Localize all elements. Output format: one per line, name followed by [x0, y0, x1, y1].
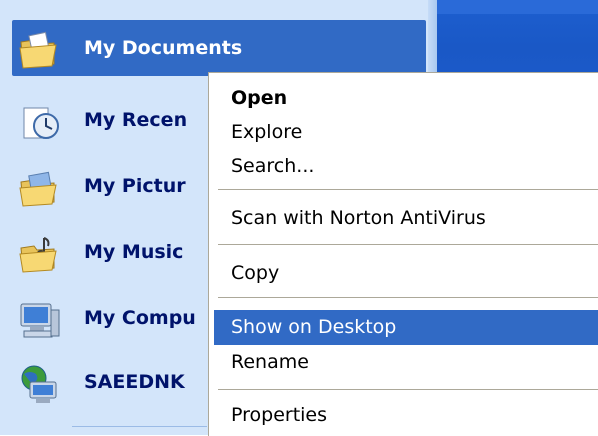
start-item-label: My Documents	[84, 37, 243, 59]
menu-item-explore[interactable]: Explore	[231, 121, 302, 143]
start-item-label: SAEEDNK	[84, 371, 185, 393]
menu-item-scan-norton[interactable]: Scan with Norton AntiVirus	[231, 207, 486, 229]
start-item-label: My Music	[84, 241, 184, 263]
menu-item-properties[interactable]: Properties	[231, 404, 327, 426]
menu-separator	[218, 244, 598, 245]
folder-music-icon	[19, 237, 57, 273]
menu-separator	[218, 389, 598, 390]
start-item-label: My Recen	[84, 109, 188, 131]
menu-item-label: Show on Desktop	[231, 316, 397, 338]
menu-item-rename[interactable]: Rename	[231, 351, 309, 373]
start-menu-blue-band-top	[437, 0, 598, 14]
menu-item-open[interactable]: Open	[231, 87, 287, 109]
menu-separator	[218, 297, 598, 298]
recent-documents-icon	[23, 107, 59, 139]
menu-item-search[interactable]: Search...	[231, 155, 314, 177]
pane-separator	[72, 426, 207, 427]
computer-icon	[20, 303, 60, 338]
folder-pictures-icon	[19, 171, 57, 207]
start-item-label: My Pictur	[84, 175, 186, 197]
start-item-label: My Compu	[84, 307, 196, 329]
context-menu: Open Explore Search... Scan with Norton …	[208, 72, 598, 436]
menu-item-copy[interactable]: Copy	[231, 262, 279, 284]
menu-item-show-on-desktop[interactable]: Show on Desktop	[214, 310, 598, 345]
network-computer-icon	[21, 365, 57, 403]
start-item-my-documents[interactable]: My Documents	[12, 20, 426, 76]
folder-documents-icon	[19, 31, 57, 69]
menu-separator	[218, 189, 598, 190]
